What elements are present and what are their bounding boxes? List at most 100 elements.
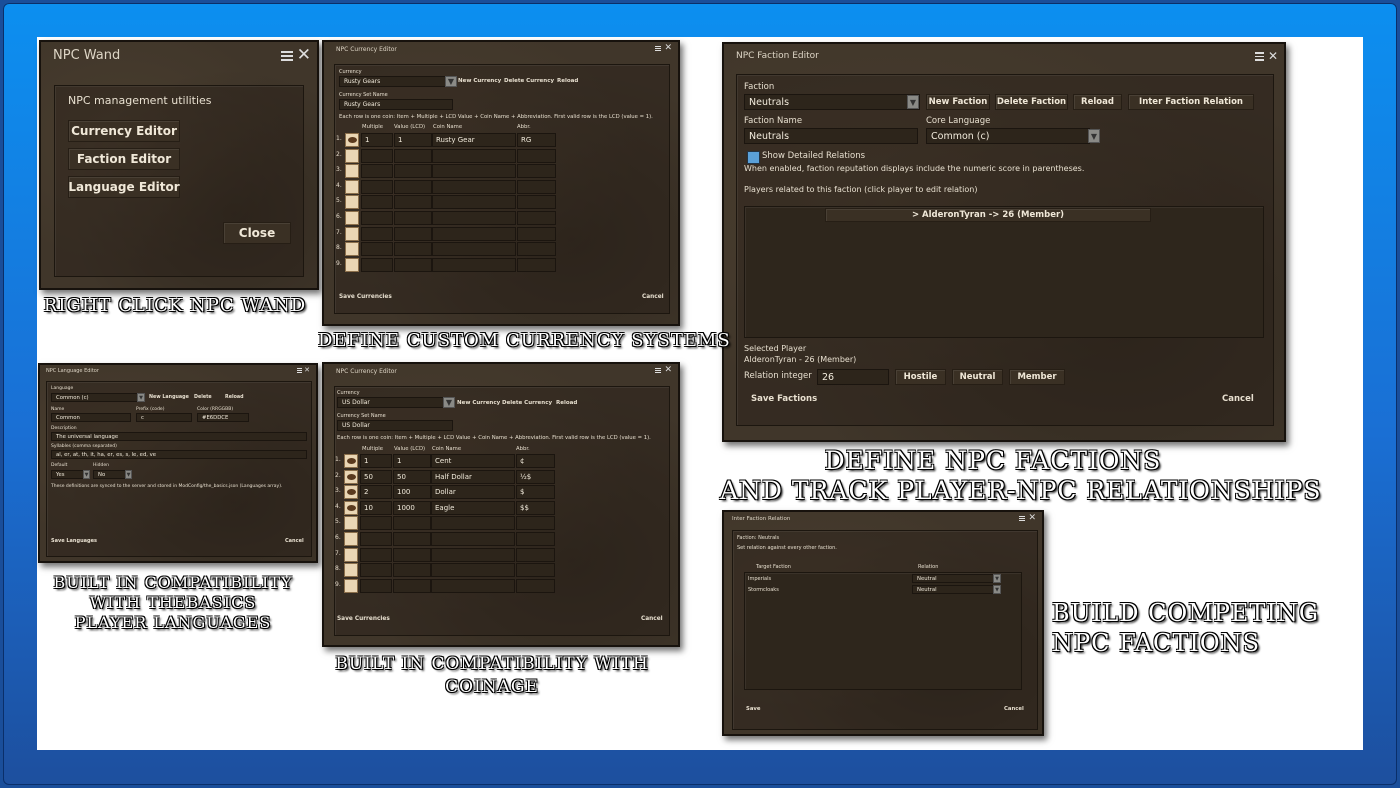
coin-name-input[interactable] xyxy=(432,195,516,210)
close-button[interactable]: Close xyxy=(223,222,291,244)
abbr-input[interactable] xyxy=(517,179,556,194)
coin-name-input[interactable] xyxy=(431,578,515,593)
chevron-down-icon[interactable]: ▼ xyxy=(83,470,90,479)
multiple-input[interactable]: 1 xyxy=(361,133,393,147)
item-slot[interactable] xyxy=(345,179,359,194)
value-input[interactable]: 100 xyxy=(393,485,431,500)
chevron-down-icon[interactable]: ▼ xyxy=(445,76,457,87)
chevron-down-icon[interactable]: ▼ xyxy=(443,397,455,408)
menu-icon[interactable] xyxy=(280,49,293,63)
save-button[interactable]: Save xyxy=(746,706,760,712)
coin-name-input[interactable] xyxy=(431,563,515,578)
abbr-input[interactable] xyxy=(516,547,555,562)
item-slot[interactable] xyxy=(344,485,358,500)
multiple-input[interactable] xyxy=(361,195,393,210)
value-input[interactable] xyxy=(394,148,432,163)
item-slot[interactable] xyxy=(344,454,358,468)
coin-name-input[interactable] xyxy=(432,226,516,241)
abbr-input[interactable] xyxy=(516,563,555,578)
member-button[interactable]: Member xyxy=(1009,369,1065,385)
value-input[interactable] xyxy=(394,257,432,272)
abbr-input[interactable] xyxy=(517,242,556,257)
set-name-input[interactable]: Rusty Gears xyxy=(339,99,453,110)
delete-currency-button[interactable]: Delete Currency xyxy=(502,400,552,406)
value-input[interactable] xyxy=(394,164,432,179)
cancel-button[interactable]: Cancel xyxy=(641,616,663,622)
multiple-input[interactable] xyxy=(360,516,392,531)
value-input[interactable]: 1 xyxy=(394,133,432,147)
abbr-input[interactable] xyxy=(516,578,555,593)
language-editor-button[interactable]: Language Editor xyxy=(68,176,180,198)
item-slot[interactable] xyxy=(345,211,359,225)
relation-select-stormcloaks[interactable]: Neutral xyxy=(912,585,1000,594)
menu-icon[interactable] xyxy=(1019,515,1026,522)
abbr-input[interactable] xyxy=(517,211,556,225)
multiple-input[interactable] xyxy=(360,547,392,562)
syllables-input[interactable]: al, er, at, th, it, ha, er, es, s, le, e… xyxy=(51,450,307,459)
close-icon[interactable]: ✕ xyxy=(304,367,310,374)
faction-editor-button[interactable]: Faction Editor xyxy=(68,148,180,170)
multiple-input[interactable] xyxy=(361,179,393,194)
coin-name-input[interactable]: Dollar xyxy=(431,485,515,500)
reload-button[interactable]: Reload xyxy=(225,395,244,400)
coin-name-input[interactable] xyxy=(432,257,516,272)
coin-name-input[interactable]: Half Dollar xyxy=(431,469,515,484)
neutral-button[interactable]: Neutral xyxy=(952,369,1003,385)
value-input[interactable]: 1000 xyxy=(393,500,431,515)
language-select[interactable]: Common (c) xyxy=(51,393,145,402)
chevron-down-icon[interactable]: ▼ xyxy=(993,585,1001,594)
coin-name-input[interactable]: Cent xyxy=(431,454,515,468)
show-detailed-checkbox[interactable] xyxy=(747,151,760,164)
hostile-button[interactable]: Hostile xyxy=(895,369,946,385)
multiple-input[interactable] xyxy=(361,148,393,163)
value-input[interactable]: 1 xyxy=(393,454,431,468)
abbr-input[interactable] xyxy=(516,532,555,546)
item-slot[interactable] xyxy=(345,226,359,241)
close-icon[interactable]: ✕ xyxy=(297,47,311,64)
item-slot[interactable] xyxy=(344,578,358,593)
item-slot[interactable] xyxy=(345,195,359,210)
coin-name-input[interactable] xyxy=(431,547,515,562)
save-currencies-button[interactable]: Save Currencies xyxy=(339,294,392,300)
new-currency-button[interactable]: New Currency xyxy=(457,400,500,406)
new-currency-button[interactable]: New Currency xyxy=(458,78,501,84)
multiple-input[interactable] xyxy=(360,563,392,578)
item-slot[interactable] xyxy=(345,133,359,147)
player-list-item[interactable]: > AlderonTyran -> 26 (Member) xyxy=(825,208,1151,222)
coin-name-input[interactable] xyxy=(431,532,515,546)
description-input[interactable]: The universal language xyxy=(51,432,307,441)
close-icon[interactable]: ✕ xyxy=(1028,514,1036,523)
multiple-input[interactable] xyxy=(361,211,393,225)
value-input[interactable] xyxy=(394,179,432,194)
chevron-down-icon[interactable]: ▼ xyxy=(137,393,145,402)
faction-select[interactable]: Neutrals xyxy=(744,94,920,110)
cancel-button[interactable]: Cancel xyxy=(642,294,664,300)
item-slot[interactable] xyxy=(344,547,358,562)
reload-button[interactable]: Reload xyxy=(556,400,577,406)
reload-button[interactable]: Reload xyxy=(1073,94,1122,110)
abbr-input[interactable]: ½$ xyxy=(516,469,555,484)
close-icon[interactable]: ✕ xyxy=(664,44,672,53)
item-slot[interactable] xyxy=(344,500,358,515)
abbr-input[interactable] xyxy=(517,164,556,179)
value-input[interactable] xyxy=(394,242,432,257)
value-input[interactable]: 50 xyxy=(393,469,431,484)
multiple-input[interactable] xyxy=(360,578,392,593)
new-faction-button[interactable]: New Faction xyxy=(926,94,990,110)
value-input[interactable] xyxy=(393,547,431,562)
chevron-down-icon[interactable]: ▼ xyxy=(993,574,1001,583)
inter-faction-relation-button[interactable]: Inter Faction Relation xyxy=(1128,94,1254,110)
item-slot[interactable] xyxy=(344,532,358,546)
currency-editor-button[interactable]: Currency Editor xyxy=(68,120,180,142)
set-name-input[interactable]: US Dollar xyxy=(337,420,453,431)
abbr-input[interactable] xyxy=(517,257,556,272)
coin-name-input[interactable]: Eagle xyxy=(431,500,515,515)
multiple-input[interactable]: 50 xyxy=(360,469,392,484)
item-slot[interactable] xyxy=(344,469,358,484)
multiple-input[interactable] xyxy=(361,242,393,257)
chevron-down-icon[interactable]: ▼ xyxy=(907,95,919,109)
menu-icon[interactable] xyxy=(655,367,662,374)
multiple-input[interactable]: 2 xyxy=(360,485,392,500)
menu-icon[interactable] xyxy=(297,367,303,374)
menu-icon[interactable] xyxy=(655,45,662,52)
